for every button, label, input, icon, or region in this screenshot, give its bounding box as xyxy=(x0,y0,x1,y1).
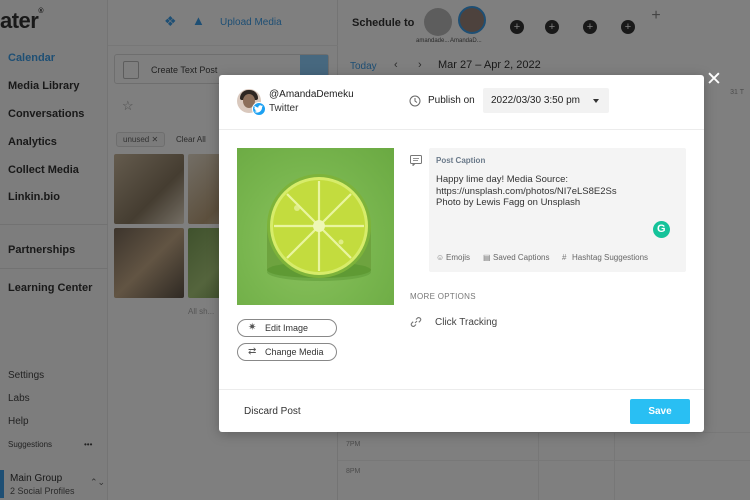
publish-on-label: Publish on xyxy=(428,95,475,106)
edit-image-button[interactable]: ✷ Edit Image xyxy=(237,319,337,337)
caption-icon xyxy=(410,155,422,166)
post-caption-editor[interactable]: Post Caption Happy lime day! Media Sourc… xyxy=(429,148,686,272)
caption-line: Happy lime day! Media Source: xyxy=(436,174,569,185)
publish-datetime-select[interactable]: 2022/03/30 3:50 pm xyxy=(483,88,609,113)
lime-slice-graphic xyxy=(267,174,371,281)
modal-header-divider xyxy=(219,129,704,130)
saved-captions-button[interactable]: ▤ Saved Captions xyxy=(483,253,549,262)
post-media-image[interactable] xyxy=(237,148,394,305)
discard-post-button[interactable]: Discard Post xyxy=(244,406,301,417)
change-media-button[interactable]: ⇄ Change Media xyxy=(237,343,337,361)
save-button[interactable]: Save xyxy=(630,399,690,424)
profile-network: Twitter xyxy=(269,103,299,114)
post-editor-modal: @AmandaDemeku Twitter Publish on 2022/03… xyxy=(219,75,704,432)
emoji-icon: ☺ xyxy=(436,253,445,262)
chevron-down-icon xyxy=(593,99,599,103)
caption-line: Photo by Lewis Fagg on Unsplash xyxy=(436,197,581,208)
swap-icon: ⇄ xyxy=(248,346,257,357)
close-icon[interactable]: ✕ xyxy=(706,70,722,89)
edit-image-icon: ✷ xyxy=(248,322,257,333)
more-options-heading: MORE OPTIONS xyxy=(410,292,476,301)
modal-footer-divider xyxy=(219,389,704,390)
click-tracking-option[interactable]: Click Tracking xyxy=(435,317,497,328)
twitter-icon xyxy=(252,102,266,116)
profile-handle: @AmandaDemeku xyxy=(269,89,354,100)
saved-captions-icon: ▤ xyxy=(483,253,491,262)
hashtag-icon: # xyxy=(562,253,567,262)
clock-icon xyxy=(409,95,421,107)
publish-datetime-value: 2022/03/30 3:50 pm xyxy=(491,95,580,106)
emojis-button[interactable]: ☺ Emojis xyxy=(436,253,470,262)
caption-line: https://unsplash.com/photos/NI7eLS8E2Ss xyxy=(436,185,617,197)
hashtag-suggestions-button[interactable]: # Hashtag Suggestions xyxy=(562,253,648,262)
post-caption-text[interactable]: Happy lime day! Media Source: https://un… xyxy=(436,174,617,209)
grammarly-icon[interactable]: G xyxy=(653,221,670,238)
post-caption-title: Post Caption xyxy=(436,156,486,165)
link-icon xyxy=(410,317,422,327)
